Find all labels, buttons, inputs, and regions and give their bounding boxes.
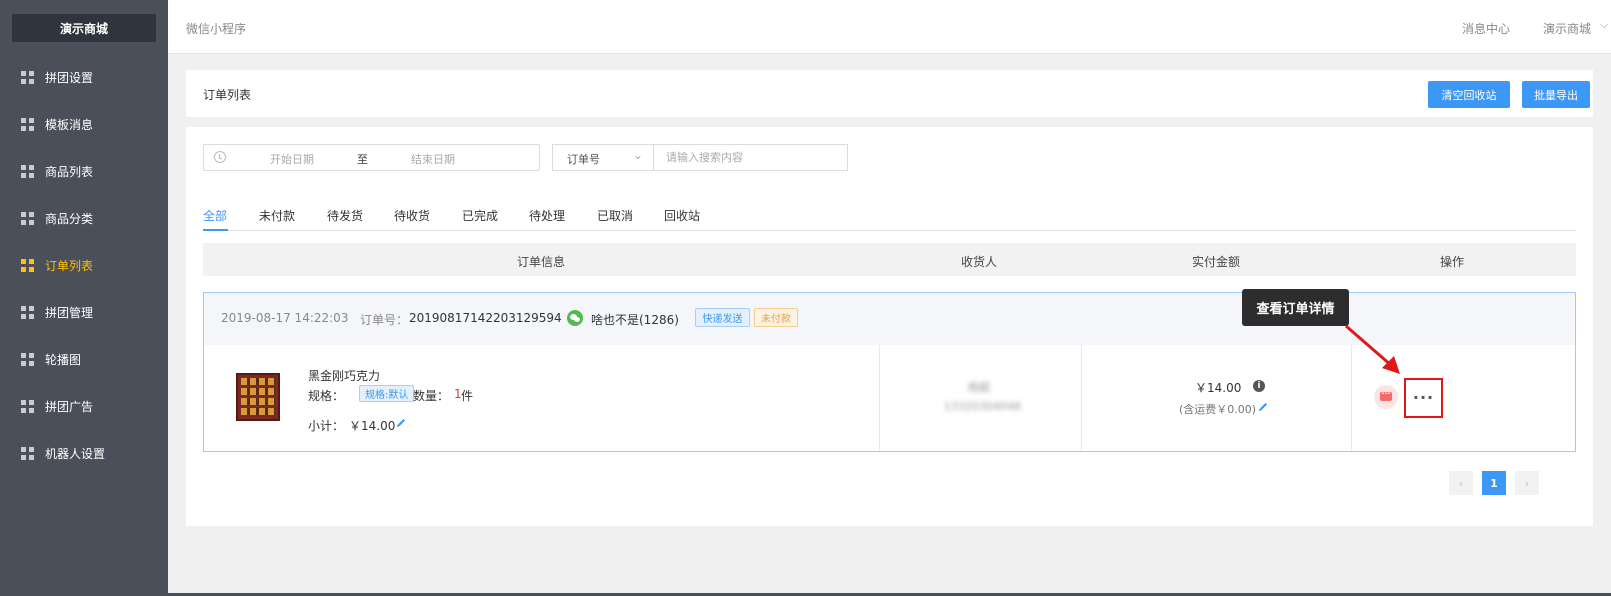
sidebar-item-group-settings[interactable]: 拼团设置 — [0, 54, 168, 101]
search-type-select[interactable]: 订单号 ⌄ — [552, 144, 653, 171]
status-badge: 未付款 — [754, 308, 798, 327]
column-divider — [1081, 345, 1082, 451]
clear-recycle-bin-button[interactable]: 清空回收站 — [1428, 81, 1510, 108]
search-input[interactable] — [653, 144, 848, 171]
table-header: 订单信息 收货人 实付金额 操作 — [203, 243, 1576, 276]
sidebar-item-template-messages[interactable]: 模板消息 — [0, 101, 168, 148]
shipping-method-badge: 快递发送 — [695, 308, 750, 327]
sidebar-item-label: 拼团管理 — [45, 306, 94, 320]
grid-icon — [21, 71, 34, 84]
sidebar-item-robot-settings[interactable]: 机器人设置 — [0, 430, 168, 477]
tab-3[interactable]: 待收货 — [394, 207, 430, 224]
grid-icon — [21, 353, 34, 366]
quantity-unit: 件 — [461, 389, 474, 403]
grid-icon — [21, 400, 34, 413]
annotation-arrow-icon — [1345, 324, 1400, 374]
message-icon[interactable] — [1374, 385, 1398, 409]
column-header-receiver: 收货人 — [961, 255, 998, 269]
tab-0[interactable]: 全部 — [203, 207, 227, 224]
grid-icon — [21, 259, 34, 272]
grid-icon — [21, 165, 34, 178]
quantity-label: 数量： — [413, 389, 450, 403]
tab-2[interactable]: 待发货 — [327, 207, 363, 224]
column-header-paid-amount: 实付金额 — [1192, 255, 1241, 269]
sidebar-item-group-ads[interactable]: 拼团广告 — [0, 383, 168, 430]
start-date-input[interactable]: 开始日期 — [270, 151, 314, 167]
sidebar-item-group-management[interactable]: 拼团管理 — [0, 289, 168, 336]
grid-icon — [21, 212, 34, 225]
spec-badge: 规格:默认 — [359, 385, 415, 402]
grid-icon — [21, 306, 34, 319]
order-number: 20190817142203129594 — [409, 311, 562, 325]
chevron-down-icon: ⌄ — [633, 148, 644, 162]
buyer-name: 啥也不是(1286) — [591, 313, 679, 327]
page-header: 订单列表 清空回收站 批量导出 — [186, 70, 1593, 117]
receiver-phone: 13320304048 — [944, 400, 1021, 413]
wechat-icon — [567, 310, 583, 326]
sidebar-item-label: 订单列表 — [45, 259, 94, 273]
sidebar: 演示商城 拼团设置模板消息商品列表商品分类订单列表拼团管理轮播图拼团广告机器人设… — [0, 0, 168, 596]
clock-icon — [214, 151, 226, 163]
sidebar-item-label: 拼团设置 — [45, 71, 94, 85]
sidebar-item-carousel[interactable]: 轮播图 — [0, 336, 168, 383]
brand-logo[interactable]: 演示商城 — [12, 14, 156, 42]
sidebar-item-product-list[interactable]: 商品列表 — [0, 148, 168, 195]
info-icon[interactable]: i — [1253, 380, 1265, 392]
message-center-link[interactable]: 消息中心 — [1462, 20, 1510, 37]
order-number-label: 订单号： — [360, 313, 409, 327]
order-date: 2019-08-17 14:22:03 — [221, 311, 349, 325]
tab-6[interactable]: 已取消 — [597, 207, 633, 224]
breadcrumb[interactable]: 微信小程序 — [186, 20, 246, 37]
sidebar-item-label: 轮播图 — [45, 353, 82, 367]
subtotal-label: 小计： — [308, 419, 345, 433]
paid-amount: ￥14.00 — [1195, 381, 1242, 395]
more-icon: ··· — [1412, 388, 1435, 407]
grid-icon — [21, 118, 34, 131]
sidebar-item-label: 机器人设置 — [45, 447, 106, 461]
date-range-picker[interactable]: 开始日期 至 结束日期 — [203, 144, 540, 171]
search-type-value: 订单号 — [567, 153, 600, 166]
view-order-details-tooltip: 查看订单详情 — [1242, 289, 1349, 326]
tab-4[interactable]: 已完成 — [462, 207, 498, 224]
tab-7[interactable]: 回收站 — [664, 207, 700, 224]
sidebar-item-order-list[interactable]: 订单列表 — [0, 242, 168, 289]
shipping-fee-note: (含运费￥0.00) — [1179, 403, 1257, 416]
tab-5[interactable]: 待处理 — [529, 207, 565, 224]
pagination-prev-button[interactable]: ‹ — [1449, 471, 1473, 495]
column-header-actions: 操作 — [1440, 255, 1465, 269]
batch-export-button[interactable]: 批量导出 — [1522, 81, 1590, 108]
pagination-next-button[interactable]: › — [1515, 471, 1539, 495]
sidebar-item-label: 商品列表 — [45, 165, 94, 179]
sidebar-item-product-categories[interactable]: 商品分类 — [0, 195, 168, 242]
end-date-input[interactable]: 结束日期 — [411, 151, 455, 167]
product-name: 黑金刚巧克力 — [308, 369, 381, 383]
sidebar-item-label: 模板消息 — [45, 118, 94, 132]
grid-icon — [21, 447, 34, 460]
receiver-name: 杨超 — [968, 381, 990, 394]
spec-label: 规格： — [308, 389, 345, 403]
sidebar-nav: 拼团设置模板消息商品列表商品分类订单列表拼团管理轮播图拼团广告机器人设置 — [0, 54, 168, 477]
edit-amount-icon[interactable] — [1257, 401, 1269, 413]
shop-menu[interactable]: 演示商城 — [1543, 20, 1591, 37]
edit-subtotal-icon[interactable] — [395, 417, 407, 429]
column-divider — [879, 345, 880, 451]
pagination-page-1[interactable]: 1 — [1482, 471, 1506, 495]
chevron-down-icon[interactable]: ⌵ — [1600, 18, 1608, 32]
top-bar: 微信小程序 消息中心 演示商城 ⌵ — [168, 0, 1611, 54]
page-title: 订单列表 — [203, 88, 252, 102]
sidebar-item-label: 拼团广告 — [45, 400, 94, 414]
order-status-tabs: 全部 未付款 待发货 待收货 已完成 待处理 已取消 回收站 — [203, 203, 1576, 231]
product-thumbnail[interactable] — [236, 373, 280, 421]
active-tab-indicator — [203, 229, 228, 231]
sidebar-item-label: 商品分类 — [45, 212, 94, 226]
column-header-order-info: 订单信息 — [517, 255, 566, 269]
tab-1[interactable]: 未付款 — [259, 207, 295, 224]
date-range-separator: 至 — [357, 153, 368, 166]
more-actions-button[interactable]: ··· — [1404, 378, 1443, 418]
subtotal-value: ￥14.00 — [349, 419, 396, 433]
